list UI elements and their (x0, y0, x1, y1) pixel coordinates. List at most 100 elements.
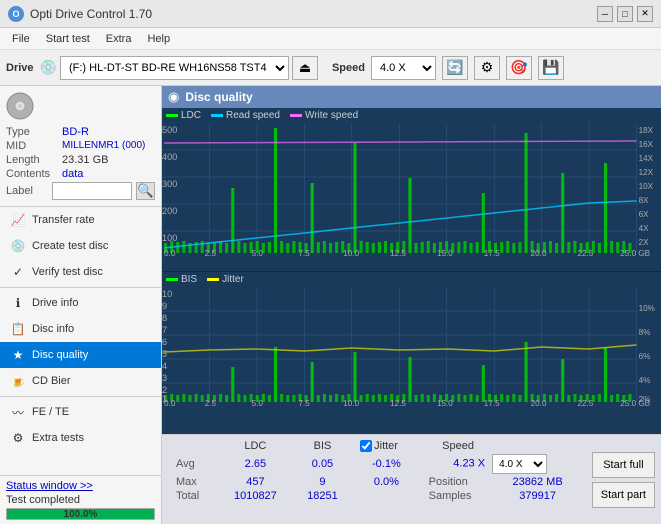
max-jitter: 0.0% (352, 475, 421, 489)
contents-label: Contents (6, 168, 62, 180)
type-value: BD-R (62, 126, 89, 138)
svg-text:5: 5 (162, 349, 167, 359)
speed-select[interactable]: 4.0 X Max (371, 56, 436, 80)
read-speed-legend: Read speed (211, 110, 280, 121)
close-button[interactable]: ✕ (637, 6, 653, 22)
total-bis: 18251 (293, 489, 352, 503)
transfer-rate-icon: 📈 (10, 212, 26, 228)
menu-help[interactable]: Help (139, 31, 178, 47)
fe-te-label: FE / TE (32, 406, 69, 418)
chart1-svg: 500 400 300 200 100 0.0 2.5 5.0 7.5 10.0… (162, 123, 661, 258)
read-speed-legend-color (211, 114, 223, 117)
menu-start-test[interactable]: Start test (38, 31, 98, 47)
create-test-disc-label: Create test disc (32, 240, 108, 252)
sidebar-item-extra-tests[interactable]: ⚙ Extra tests (0, 425, 161, 451)
svg-text:2.5: 2.5 (205, 399, 217, 407)
settings-button[interactable]: ⚙ (474, 56, 500, 80)
svg-text:8: 8 (162, 313, 167, 323)
sidebar-item-fe-te[interactable]: 〰 FE / TE (0, 399, 161, 425)
menu-extra[interactable]: Extra (98, 31, 140, 47)
speed-select-stats[interactable]: 4.0 X Max (492, 454, 547, 474)
label-label: Label (6, 185, 48, 197)
svg-text:2X: 2X (639, 238, 650, 247)
nav-separator-1 (0, 287, 161, 288)
sidebar-item-create-test-disc[interactable]: 💿 Create test disc (0, 233, 161, 259)
nav-items: 📈 Transfer rate 💿 Create test disc ✓ Ver… (0, 207, 161, 475)
jitter-legend-label: Jitter (222, 274, 244, 285)
verify-test-disc-icon: ✓ (10, 264, 26, 280)
svg-text:7.5: 7.5 (298, 249, 310, 258)
eject-button[interactable]: ⏏ (292, 56, 318, 80)
disc-info-icon: 📋 (10, 321, 26, 337)
svg-text:10X: 10X (639, 182, 654, 191)
sidebar-item-verify-test-disc[interactable]: ✓ Verify test disc (0, 259, 161, 285)
sidebar-item-transfer-rate[interactable]: 📈 Transfer rate (0, 207, 161, 233)
position-label: Position (421, 475, 496, 489)
svg-text:4%: 4% (639, 376, 651, 385)
sidebar-item-cd-bier[interactable]: 🍺 CD Bier (0, 368, 161, 394)
window-controls: ─ □ ✕ (597, 6, 653, 22)
verify-test-disc-label: Verify test disc (32, 266, 103, 278)
svg-text:12.5: 12.5 (390, 249, 406, 258)
svg-text:17.5: 17.5 (484, 399, 500, 407)
disc-info-label: Disc info (32, 323, 74, 335)
sidebar-item-disc-quality[interactable]: ★ Disc quality (0, 342, 161, 368)
col-bis: BIS (293, 439, 352, 453)
svg-text:12.5: 12.5 (390, 399, 406, 407)
svg-text:0.0: 0.0 (164, 249, 176, 258)
svg-text:16X: 16X (639, 140, 654, 149)
stats-bar: LDC BIS Jitter Speed Avg 2.6 (162, 434, 661, 524)
ldc-legend-color (166, 114, 178, 117)
start-part-button[interactable]: Start part (592, 482, 655, 508)
max-ldc: 457 (218, 475, 293, 489)
col-speed-val (495, 439, 579, 453)
create-test-disc-icon: 💿 (10, 238, 26, 254)
status-window-button[interactable]: Status window >> (6, 480, 93, 492)
svg-text:500: 500 (162, 125, 177, 135)
jitter-legend-color (207, 278, 219, 281)
max-row: Max 457 9 0.0% Position 23862 MB (168, 475, 580, 489)
read-speed-legend-label: Read speed (226, 110, 280, 121)
target-button[interactable]: 🎯 (506, 56, 532, 80)
position-value: 23862 MB (495, 475, 579, 489)
svg-text:3: 3 (162, 373, 167, 383)
svg-text:10: 10 (162, 289, 172, 299)
speed-value-display: 4.23 X 4.0 X Max (421, 453, 580, 475)
max-label: Max (168, 475, 218, 489)
charts-container: LDC Read speed Write speed (162, 108, 661, 434)
length-value: 23.31 GB (62, 154, 108, 166)
col-jitter-check: Jitter (352, 439, 421, 453)
minimize-button[interactable]: ─ (597, 6, 613, 22)
avg-bis: 0.05 (293, 453, 352, 475)
disc-contents-row: Contents data (6, 168, 155, 180)
extra-tests-label: Extra tests (32, 432, 84, 444)
titlebar-left: O Opti Drive Control 1.70 (8, 6, 152, 22)
bis-legend: BIS (166, 274, 197, 285)
sidebar-item-disc-info[interactable]: 📋 Disc info (0, 316, 161, 342)
status-area: Status window >> Test completed 100.0% (0, 475, 161, 524)
menu-file[interactable]: File (4, 31, 38, 47)
menubar: File Start test Extra Help (0, 28, 661, 50)
disc-quality-icon: ★ (10, 347, 26, 363)
drive-label: Drive (6, 62, 34, 74)
label-input[interactable] (52, 182, 132, 200)
content-area: ◉ Disc quality LDC Read speed (162, 86, 661, 524)
start-full-button[interactable]: Start full (592, 452, 655, 478)
save-button[interactable]: 💾 (538, 56, 564, 80)
svg-text:12X: 12X (639, 168, 654, 177)
drive-info-label: Drive info (32, 297, 78, 309)
max-bis: 9 (293, 475, 352, 489)
svg-text:20.0: 20.0 (531, 249, 547, 258)
label-search-button[interactable]: 🔍 (136, 182, 155, 200)
drive-info-icon: ℹ (10, 295, 26, 311)
col-empty (168, 439, 218, 453)
jitter-header-label: Jitter (374, 440, 398, 452)
maximize-button[interactable]: □ (617, 6, 633, 22)
drive-select[interactable]: (F:) HL-DT-ST BD-RE WH16NS58 TST4 (60, 56, 289, 80)
svg-text:10.0: 10.0 (343, 249, 359, 258)
speed-val: 4.23 X (453, 458, 485, 470)
sidebar-item-drive-info[interactable]: ℹ Drive info (0, 290, 161, 316)
refresh-button[interactable]: 🔄 (442, 56, 468, 80)
main-layout: Type BD-R MID MILLENMR1 (000) Length 23.… (0, 86, 661, 524)
jitter-checkbox[interactable] (360, 440, 372, 452)
